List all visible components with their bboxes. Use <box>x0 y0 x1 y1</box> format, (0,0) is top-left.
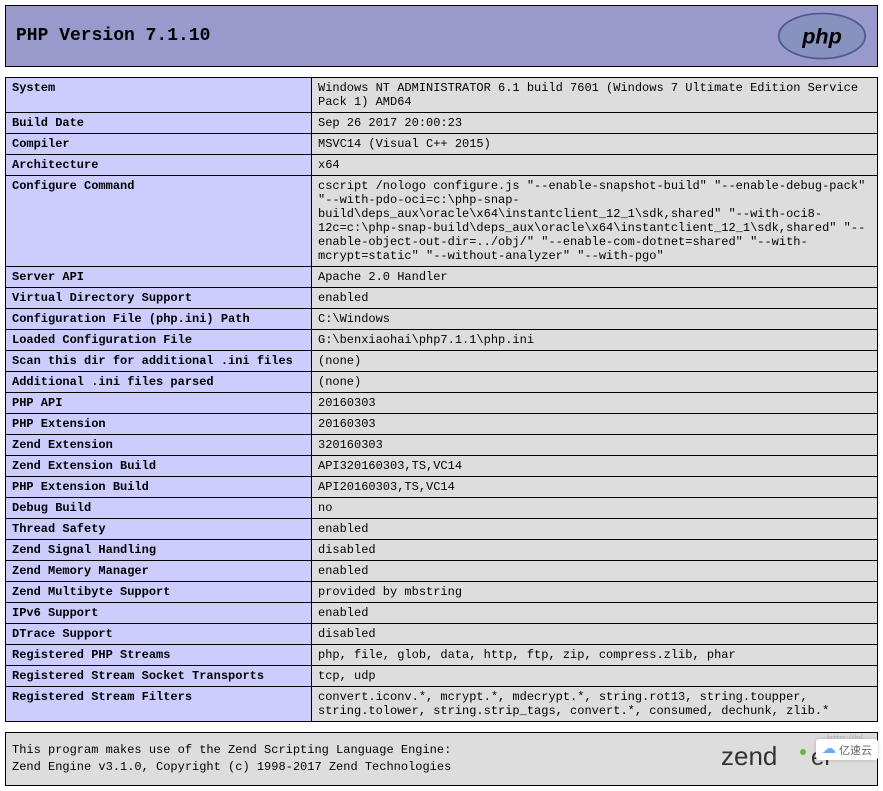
table-row: PHP API20160303 <box>6 393 878 414</box>
info-value: no <box>312 498 878 519</box>
zend-footer: This program makes use of the Zend Scrip… <box>5 732 878 786</box>
info-label: Virtual Directory Support <box>6 288 312 309</box>
table-row: Configuration File (php.ini) PathC:\Wind… <box>6 309 878 330</box>
info-label: IPv6 Support <box>6 603 312 624</box>
info-label: Registered Stream Socket Transports <box>6 666 312 687</box>
info-value: (none) <box>312 351 878 372</box>
info-value: disabled <box>312 624 878 645</box>
cloud-icon: ☁ <box>822 741 836 758</box>
info-label: PHP Extension <box>6 414 312 435</box>
table-row: Zend Multibyte Supportprovided by mbstri… <box>6 582 878 603</box>
table-row: SystemWindows NT ADMINISTRATOR 6.1 build… <box>6 78 878 113</box>
info-value: C:\Windows <box>312 309 878 330</box>
table-row: Architecturex64 <box>6 155 878 176</box>
info-value: php, file, glob, data, http, ftp, zip, c… <box>312 645 878 666</box>
info-label: Zend Extension Build <box>6 456 312 477</box>
info-value: Windows NT ADMINISTRATOR 6.1 build 7601 … <box>312 78 878 113</box>
info-value: enabled <box>312 288 878 309</box>
info-value: x64 <box>312 155 878 176</box>
info-label: Additional .ini files parsed <box>6 372 312 393</box>
info-value: tcp, udp <box>312 666 878 687</box>
yisu-badge: ☁ 亿速云 <box>816 739 878 760</box>
info-label: Zend Multibyte Support <box>6 582 312 603</box>
info-value: 320160303 <box>312 435 878 456</box>
table-row: Build DateSep 26 2017 20:00:23 <box>6 113 878 134</box>
phpinfo-table: SystemWindows NT ADMINISTRATOR 6.1 build… <box>5 77 878 722</box>
table-row: Registered Stream Filtersconvert.iconv.*… <box>6 687 878 722</box>
info-label: DTrace Support <box>6 624 312 645</box>
table-row: PHP Extension BuildAPI20160303,TS,VC14 <box>6 477 878 498</box>
info-label: Registered Stream Filters <box>6 687 312 722</box>
table-row: Zend Signal Handlingdisabled <box>6 540 878 561</box>
table-row: IPv6 Supportenabled <box>6 603 878 624</box>
info-value: convert.iconv.*, mcrypt.*, mdecrypt.*, s… <box>312 687 878 722</box>
info-value: MSVC14 (Visual C++ 2015) <box>312 134 878 155</box>
table-row: PHP Extension20160303 <box>6 414 878 435</box>
table-row: Registered PHP Streamsphp, file, glob, d… <box>6 645 878 666</box>
info-label: Compiler <box>6 134 312 155</box>
table-row: Zend Extension BuildAPI320160303,TS,VC14 <box>6 456 878 477</box>
php-logo-icon: php <box>777 12 867 60</box>
footer-line-1: This program makes use of the Zend Scrip… <box>12 742 451 759</box>
info-label: Zend Memory Manager <box>6 561 312 582</box>
info-value: Apache 2.0 Handler <box>312 267 878 288</box>
table-row: Registered Stream Socket Transportstcp, … <box>6 666 878 687</box>
table-row: Additional .ini files parsed (none) <box>6 372 878 393</box>
table-row: Debug Buildno <box>6 498 878 519</box>
footer-line-2: Zend Engine v3.1.0, Copyright (c) 1998-2… <box>12 759 451 776</box>
table-row: Virtual Directory Supportenabled <box>6 288 878 309</box>
table-row: Scan this dir for additional .ini files … <box>6 351 878 372</box>
info-value: enabled <box>312 561 878 582</box>
svg-text:php: php <box>801 24 842 49</box>
table-row: CompilerMSVC14 (Visual C++ 2015) <box>6 134 878 155</box>
table-row: Zend Memory Managerenabled <box>6 561 878 582</box>
table-row: Server APIApache 2.0 Handler <box>6 267 878 288</box>
table-row: Zend Extension320160303 <box>6 435 878 456</box>
table-row: Loaded Configuration FileG:\benxiaohai\p… <box>6 330 878 351</box>
info-label: Zend Signal Handling <box>6 540 312 561</box>
info-label: Zend Extension <box>6 435 312 456</box>
info-value: cscript /nologo configure.js "--enable-s… <box>312 176 878 267</box>
yisu-badge-text: 亿速云 <box>839 742 872 758</box>
phpinfo-header: PHP Version 7.1.10 php <box>5 5 878 67</box>
zend-credits: This program makes use of the Zend Scrip… <box>12 742 451 776</box>
info-value: (none) <box>312 372 878 393</box>
info-value: enabled <box>312 603 878 624</box>
info-label: Debug Build <box>6 498 312 519</box>
info-label: Scan this dir for additional .ini files <box>6 351 312 372</box>
info-label: Build Date <box>6 113 312 134</box>
info-value: 20160303 <box>312 393 878 414</box>
info-label: Registered PHP Streams <box>6 645 312 666</box>
info-value: API20160303,TS,VC14 <box>312 477 878 498</box>
info-value: API320160303,TS,VC14 <box>312 456 878 477</box>
info-value: provided by mbstring <box>312 582 878 603</box>
info-label: Loaded Configuration File <box>6 330 312 351</box>
info-label: Thread Safety <box>6 519 312 540</box>
table-row: DTrace Supportdisabled <box>6 624 878 645</box>
info-value: G:\benxiaohai\php7.1.1\php.ini <box>312 330 878 351</box>
info-label: PHP API <box>6 393 312 414</box>
info-label: PHP Extension Build <box>6 477 312 498</box>
info-value: 20160303 <box>312 414 878 435</box>
table-row: Thread Safetyenabled <box>6 519 878 540</box>
info-label: Server API <box>6 267 312 288</box>
info-label: Configuration File (php.ini) Path <box>6 309 312 330</box>
table-row: Configure Commandcscript /nologo configu… <box>6 176 878 267</box>
info-label: System <box>6 78 312 113</box>
svg-text:zend: zend <box>721 741 777 771</box>
info-value: enabled <box>312 519 878 540</box>
info-label: Configure Command <box>6 176 312 267</box>
info-value: Sep 26 2017 20:00:23 <box>312 113 878 134</box>
info-label: Architecture <box>6 155 312 176</box>
info-value: disabled <box>312 540 878 561</box>
page-title: PHP Version 7.1.10 <box>6 26 210 46</box>
